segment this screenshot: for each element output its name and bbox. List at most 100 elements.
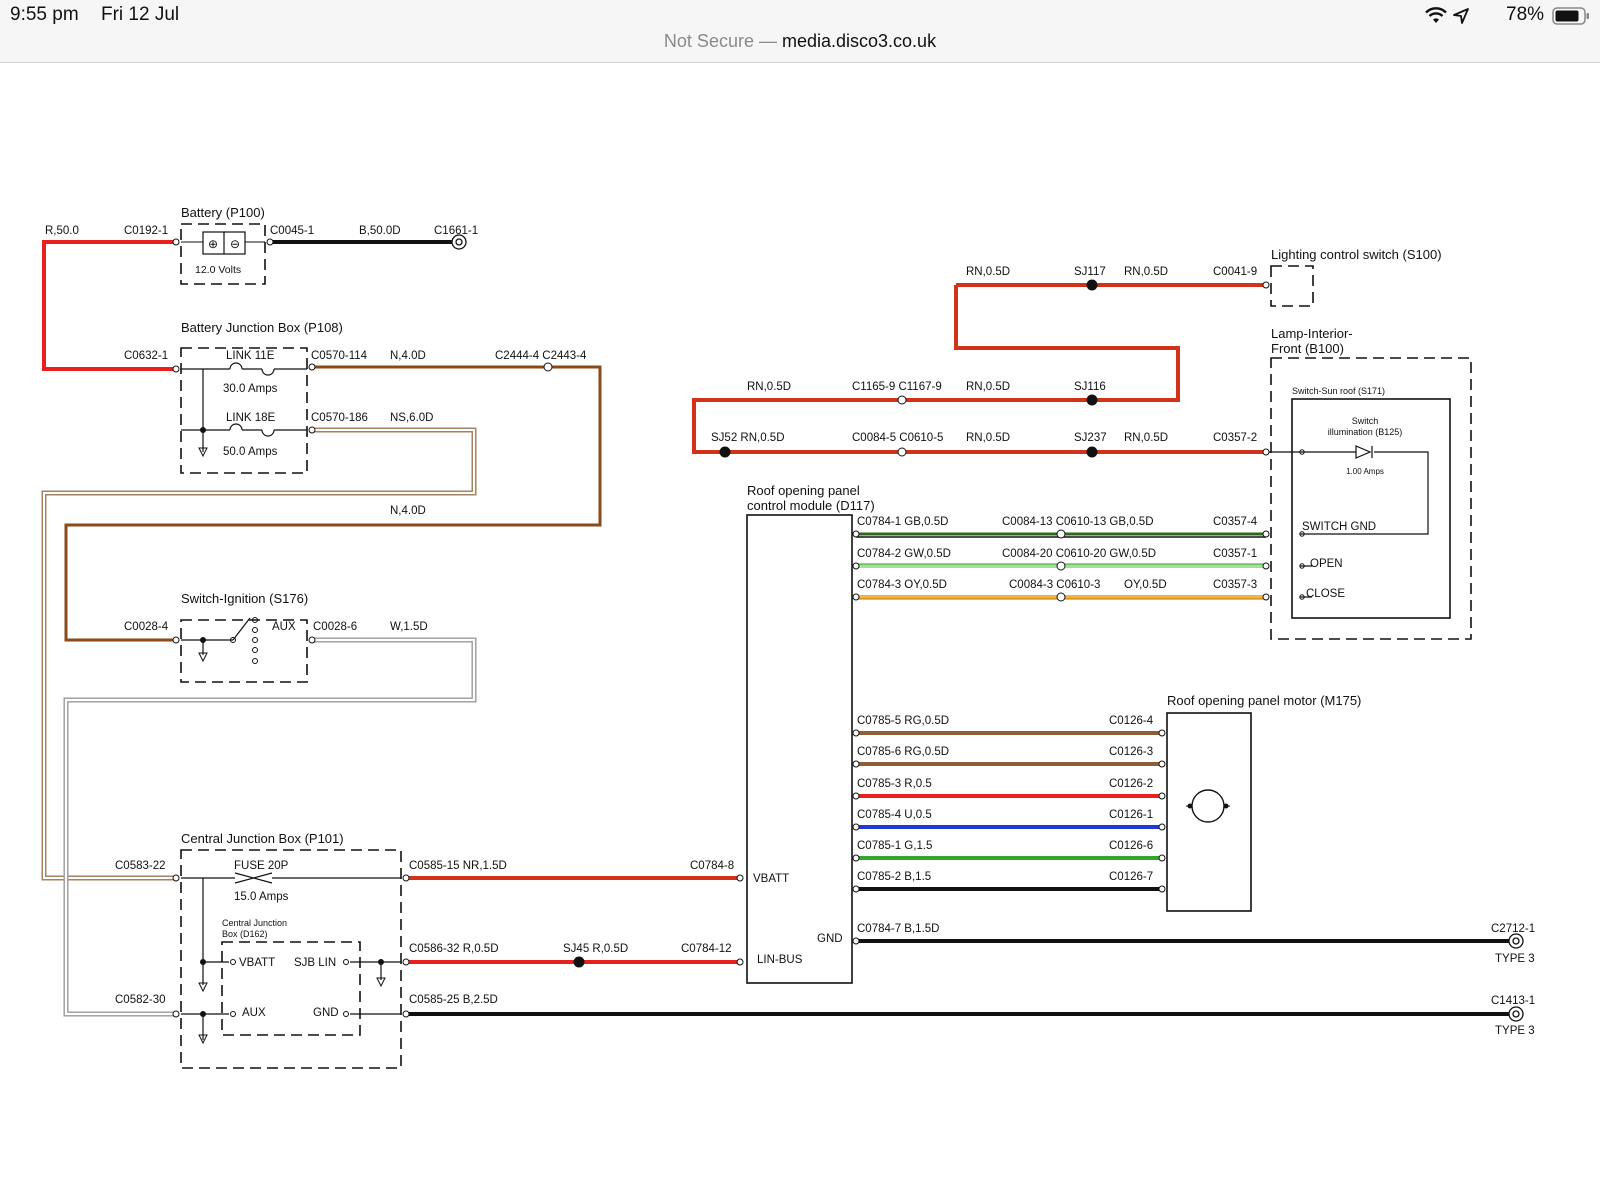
pin: [852, 593, 860, 601]
label-c0084-5: C0084-5 C0610-5: [852, 432, 943, 444]
label-c0357-3: C0357-3: [1213, 579, 1257, 591]
pin: [1262, 562, 1270, 570]
label-c0357-4: C0357-4: [1213, 516, 1258, 528]
splice-sj52: [719, 446, 731, 458]
label-sj45: SJ45 R,0.5D: [563, 943, 628, 955]
battery-minus-icon: ⊖: [230, 237, 240, 251]
label-c0784-2: C0784-2 GW,0.5D: [857, 548, 951, 560]
sunroof-switch-label: Switch-Sun roof (S171): [1292, 386, 1385, 396]
wire-ns-6d: [41, 427, 477, 881]
splice-sj237: [1086, 446, 1098, 458]
illumination-amps: 1.00 Amps: [1346, 467, 1384, 476]
label-c0570-114: C0570-114: [311, 350, 368, 362]
label-rn05d-top2: RN,0.5D: [1124, 266, 1168, 278]
label-c0785-4: C0785-4 U,0.5: [857, 809, 932, 821]
label-c0785-1: C0785-1 G,1.5: [857, 840, 932, 852]
label-c1661-1: C1661-1: [434, 225, 478, 237]
label-sj116: SJ116: [1074, 381, 1106, 393]
label-rn05d-top: RN,0.5D: [966, 266, 1010, 278]
label-ns60d: NS,6.0D: [390, 412, 433, 424]
pin: [402, 874, 410, 882]
label-c0126-4: C0126-4: [1109, 715, 1154, 727]
pin: [1262, 448, 1270, 456]
pin: [308, 363, 316, 371]
fuse-20p-label: FUSE 20P: [234, 860, 289, 872]
label-n40d-a: N,4.0D: [390, 350, 426, 362]
battery-plus-icon: ⊕: [208, 237, 218, 251]
label-c0784-12: C0784-12: [681, 943, 732, 955]
label-c0632-1: C0632-1: [124, 350, 168, 362]
pin: [1158, 729, 1166, 737]
label-sj117: SJ117: [1074, 266, 1106, 278]
pin: [852, 562, 860, 570]
module-lin-bus: LIN-BUS: [757, 954, 803, 966]
label-sj52: SJ52 RN,0.5D: [711, 432, 785, 444]
cjb-aux: AUX: [242, 1007, 266, 1019]
module-body: [746, 514, 853, 984]
label-c0785-6: C0785-6 RG,0.5D: [857, 746, 949, 758]
url-host: media.disco3.co.uk: [781, 31, 937, 51]
label-rn05d-low2: RN,0.5D: [1124, 432, 1168, 444]
cjb-vbatt: VBATT: [239, 957, 275, 969]
label-w15d: W,1.5D: [390, 621, 428, 633]
pin: [1158, 760, 1166, 768]
cjb-sub-box: [221, 941, 361, 1036]
battery-percent: 78%: [1506, 4, 1545, 25]
module-gnd: GND: [817, 933, 843, 945]
close-label: CLOSE: [1306, 588, 1345, 600]
pin: [852, 823, 860, 831]
pin: [172, 1010, 180, 1018]
label-c0357-2: C0357-2: [1213, 432, 1257, 444]
motor-icon: [1191, 789, 1225, 823]
label-b50d: B,50.0D: [359, 225, 401, 237]
wire-rn-loop: [692, 285, 1266, 454]
motor-title: Roof opening panel motor (M175): [1167, 693, 1361, 708]
wifi-icon: [1425, 7, 1447, 23]
inline-connector: [1056, 561, 1066, 571]
illumination-diode-icon: [1355, 445, 1373, 459]
open-label: OPEN: [1310, 558, 1343, 570]
label-oy05d: OY,0.5D: [1124, 579, 1167, 591]
battery-voltage: 12.0 Volts: [195, 264, 241, 276]
pin: [852, 729, 860, 737]
label-c0570-186: C0570-186: [311, 412, 368, 424]
label-c0084-20: C0084-20 C0610-20 GW,0.5D: [1002, 548, 1156, 560]
label-c0126-6: C0126-6: [1109, 840, 1153, 852]
pin: [1158, 854, 1166, 862]
label-rn05d-mid: RN,0.5D: [747, 381, 791, 393]
label-c0028-4: C0028-4: [124, 621, 169, 633]
pin: [172, 365, 180, 373]
label-c2712-1: C2712-1: [1491, 923, 1535, 935]
link-11e-fuse-icon: [229, 362, 283, 376]
label-n40d-b: N,4.0D: [390, 505, 426, 517]
module-title-2: control module (D117): [747, 498, 875, 513]
inline-connector: [1056, 529, 1066, 539]
label-rn05d-low: RN,0.5D: [966, 432, 1010, 444]
label-sj237: SJ237: [1074, 432, 1107, 444]
lighting-switch-box: [1270, 265, 1314, 307]
ground-type-2: TYPE 3: [1495, 1025, 1535, 1037]
label-c0028-6: C0028-6: [313, 621, 357, 633]
label-c0084-13: C0084-13 C0610-13 GB,0.5D: [1002, 516, 1154, 528]
pin: [852, 792, 860, 800]
battery-icon: [1552, 7, 1589, 25]
label-c0784-1: C0784-1 GB,0.5D: [857, 516, 948, 528]
pin: [1262, 593, 1270, 601]
pin: [852, 530, 860, 538]
pin: [172, 238, 180, 246]
label-c0784-8: C0784-8: [690, 860, 734, 872]
link-11e-amps: 30.0 Amps: [223, 383, 278, 395]
lamp-title-2: Front (B100): [1271, 341, 1344, 356]
address-bar[interactable]: Not Secure — media.disco3.co.uk: [0, 31, 1600, 52]
ignition-aux: AUX: [272, 621, 296, 633]
ignition-switch-icon: [232, 617, 251, 641]
splice-sj117: [1086, 279, 1098, 291]
link-18e-label: LINK 18E: [226, 412, 276, 424]
label-c0192-1: C0192-1: [124, 225, 168, 237]
pin: [1262, 530, 1270, 538]
inline-connector: [543, 362, 553, 372]
splice-sj45: [573, 956, 585, 968]
pin: [1158, 823, 1166, 831]
ignition-title: Switch-Ignition (S176): [181, 591, 308, 606]
pin: [1158, 792, 1166, 800]
